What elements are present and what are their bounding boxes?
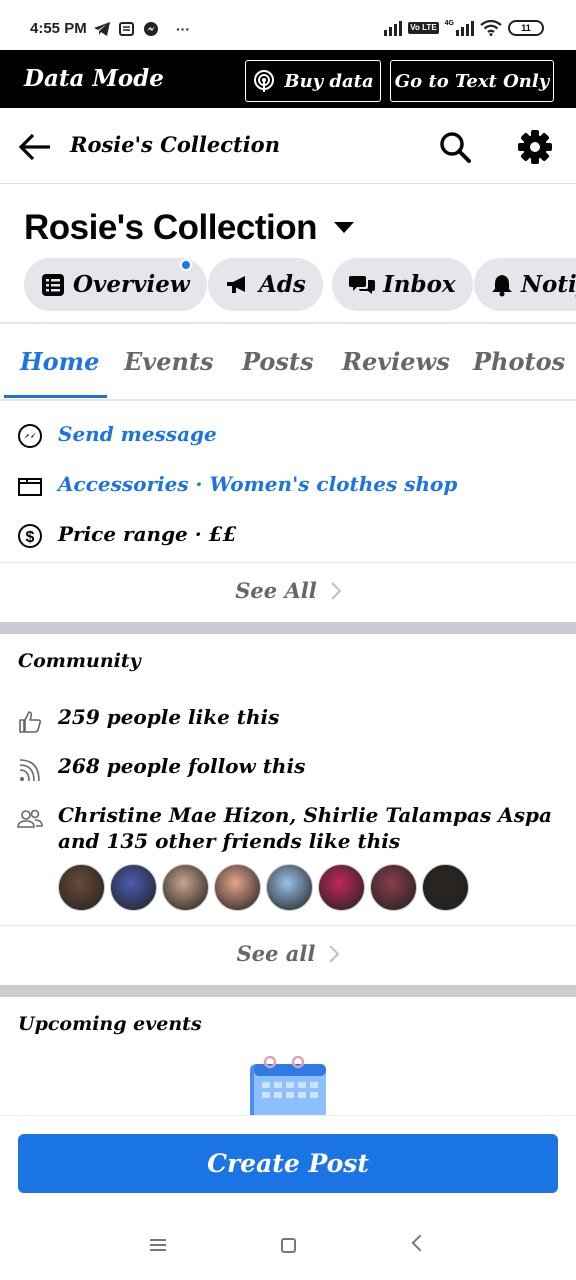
follows-row: 268 people follow this <box>0 753 576 783</box>
notification-dot <box>180 259 192 271</box>
chat-bubbles-icon <box>349 275 375 294</box>
status-right-icons: Vo LTE 4G 11 <box>384 20 544 36</box>
volte-icon: Vo LTE <box>408 22 439 34</box>
data-mode-title: Data Mode <box>24 65 164 92</box>
recent-apps-icon[interactable] <box>150 1239 166 1251</box>
bell-icon <box>492 274 512 296</box>
home-icon[interactable] <box>281 1238 296 1253</box>
friends-row: Christine Mae Hizon, Shirlie Talampas As… <box>0 802 576 858</box>
chevron-right-icon <box>331 581 341 600</box>
back-icon[interactable] <box>411 1234 429 1252</box>
tab-posts[interactable]: Posts <box>242 347 314 376</box>
battery-icon: 11 <box>508 20 544 36</box>
pill-notifications-label: Notif <box>521 271 576 298</box>
page-header: Rosie's Collection <box>0 108 576 184</box>
buy-data-button[interactable]: Buy data <box>245 60 381 102</box>
pill-ads-label: Ads <box>259 271 306 298</box>
events-title: Upcoming events <box>18 1013 202 1035</box>
active-tab-indicator <box>4 395 107 398</box>
signal-icon-2 <box>456 20 474 36</box>
likes-text: 259 people like this <box>58 705 280 729</box>
friend-avatars <box>58 864 469 911</box>
section-separator <box>0 622 576 634</box>
pill-inbox-label: Inbox <box>383 271 456 298</box>
send-message-link[interactable]: Send message <box>58 422 217 446</box>
friend-avatar[interactable] <box>422 864 469 911</box>
telegram-icon <box>94 22 110 36</box>
data-mode-bar: Data Mode Buy data Go to Text Only <box>0 50 576 108</box>
friends-text: Christine Mae Hizon, Shirlie Talampas As… <box>58 803 552 853</box>
text-only-label: Go to Text Only <box>394 70 550 92</box>
friend-avatar[interactable] <box>58 864 105 911</box>
see-all-label: See All <box>235 578 317 603</box>
tab-reviews[interactable]: Reviews <box>342 347 450 376</box>
friend-avatar[interactable] <box>214 864 261 911</box>
calendar-illustration-icon <box>250 1056 326 1118</box>
status-bar: 4:55 PM ··· Vo LTE 4G 11 <box>0 0 576 50</box>
svg-text:$: $ <box>26 529 35 546</box>
header-title: Rosie's Collection <box>70 132 280 157</box>
dollar-icon: $ <box>18 524 42 548</box>
create-post-button[interactable]: Create Post <box>18 1134 558 1193</box>
chevron-right-icon <box>329 944 340 963</box>
system-navigation-bar <box>0 1215 576 1280</box>
messenger-icon <box>18 424 42 448</box>
friends-icon <box>17 809 43 828</box>
category-link[interactable]: Accessories · Women's clothes shop <box>58 472 457 496</box>
gear-icon[interactable] <box>516 128 554 166</box>
send-message-row[interactable]: Send message <box>0 418 576 454</box>
pill-inbox[interactable]: Inbox <box>332 258 473 311</box>
friend-avatar[interactable] <box>370 864 417 911</box>
status-time: 4:55 PM <box>30 20 87 37</box>
page-action-pills: Overview Ads Inbox Notif <box>24 258 576 312</box>
rss-icon <box>19 759 40 782</box>
network-type: 4G <box>444 20 454 27</box>
pill-ads[interactable]: Ads <box>208 258 323 311</box>
friend-avatar[interactable] <box>318 864 365 911</box>
tab-home[interactable]: Home <box>20 347 99 376</box>
see-all-info-button[interactable]: See All <box>0 562 576 618</box>
buy-data-label: Buy data <box>284 70 374 92</box>
section-separator <box>0 985 576 997</box>
price-range-row: $ Price range · ££ <box>0 518 576 554</box>
megaphone-icon <box>227 275 245 293</box>
page-tabs: Home Events Posts Reviews Photos <box>0 323 576 401</box>
messenger-icon <box>144 22 158 36</box>
tab-photos[interactable]: Photos <box>473 347 565 376</box>
message-icon <box>119 22 134 36</box>
wifi-icon <box>480 20 502 36</box>
see-all-community-button[interactable]: See all <box>0 925 576 981</box>
friend-avatar[interactable] <box>266 864 313 911</box>
thumbs-up-icon <box>19 711 42 733</box>
more-notifications: ··· <box>176 21 190 37</box>
friend-avatar[interactable] <box>110 864 157 911</box>
page-name: Rosie's Collection <box>24 208 318 247</box>
text-only-button[interactable]: Go to Text Only <box>390 60 554 102</box>
search-icon[interactable] <box>438 130 472 164</box>
pill-overview-label: Overview <box>73 271 190 298</box>
pill-notifications[interactable]: Notif <box>474 258 576 311</box>
pill-overview[interactable]: Overview <box>24 258 207 311</box>
status-left-icons: ··· <box>94 21 190 37</box>
tab-events[interactable]: Events <box>124 347 214 376</box>
page-switch-caret-icon[interactable] <box>334 222 354 233</box>
price-range-text: Price range · ££ <box>58 522 237 546</box>
broadcast-icon <box>254 70 275 92</box>
category-row: Accessories · Women's clothes shop <box>0 468 576 504</box>
shop-icon <box>18 478 42 496</box>
signal-icon <box>384 20 403 36</box>
community-title: Community <box>18 650 141 672</box>
list-icon <box>42 273 64 296</box>
follows-text: 268 people follow this <box>58 754 306 778</box>
friend-avatar[interactable] <box>162 864 209 911</box>
likes-row: 259 people like this <box>0 704 576 734</box>
see-all-label: See all <box>236 941 316 966</box>
back-arrow-icon[interactable] <box>18 132 52 162</box>
